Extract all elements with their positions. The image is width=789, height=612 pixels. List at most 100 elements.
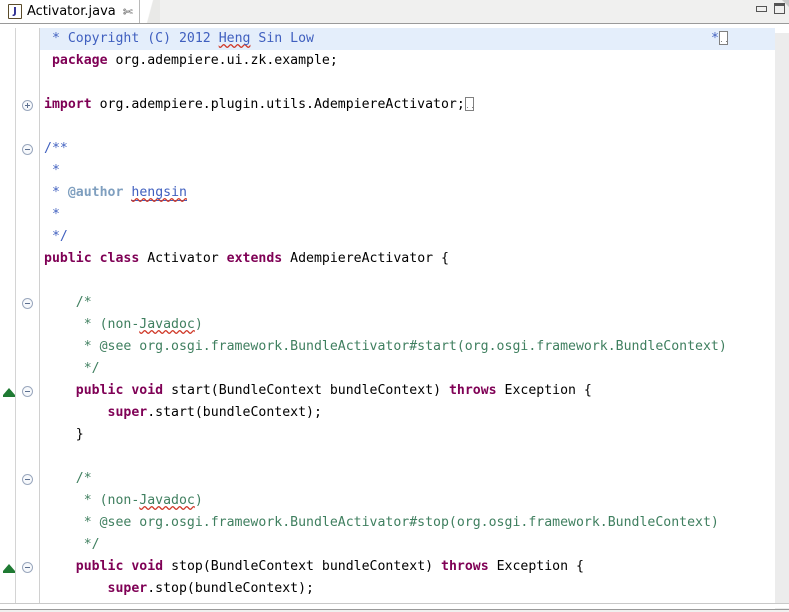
code-line[interactable]: * @see org.osgi.framework.BundleActivato… bbox=[40, 512, 775, 534]
code-line[interactable]: super.start(bundleContext); bbox=[40, 402, 775, 424]
folding-ruler[interactable] bbox=[17, 28, 39, 606]
code-indent bbox=[44, 493, 84, 508]
code-viewport[interactable]: * Copyright (C) 2012 Heng Sin Low * pack… bbox=[40, 28, 775, 606]
code-line[interactable]: } bbox=[40, 424, 775, 446]
code-token: Sin Low bbox=[250, 31, 314, 46]
code-token: Javadoc bbox=[139, 493, 195, 508]
code-token: ) bbox=[195, 317, 203, 332]
fold-collapse-icon[interactable] bbox=[22, 386, 33, 397]
code-token: import bbox=[44, 97, 92, 112]
source-editor: * Copyright (C) 2012 Heng Sin Low * pack… bbox=[0, 23, 789, 608]
code-token: */ bbox=[84, 361, 100, 376]
code-line[interactable]: * Copyright (C) 2012 Heng Sin Low * bbox=[40, 28, 775, 50]
fold-collapse-icon[interactable] bbox=[22, 474, 33, 485]
close-icon[interactable]: ✄ bbox=[123, 6, 133, 18]
code-line[interactable]: */ bbox=[40, 534, 775, 556]
code-token: public bbox=[44, 251, 92, 266]
editor-inner: * Copyright (C) 2012 Heng Sin Low * pack… bbox=[0, 28, 789, 606]
fold-collapse-icon[interactable] bbox=[22, 562, 33, 573]
code-indent bbox=[44, 163, 52, 178]
code-indent bbox=[44, 339, 84, 354]
code-token: } bbox=[76, 427, 84, 442]
code-token: class bbox=[100, 251, 140, 266]
window-controls bbox=[756, 3, 785, 14]
fold-collapse-icon[interactable] bbox=[22, 298, 33, 309]
code-line[interactable]: * @author hengsin bbox=[40, 182, 775, 204]
editor-window: J Activator.java ✄ * Copyright (C) 2012 … bbox=[0, 0, 789, 612]
unknown-character-box-icon bbox=[465, 97, 474, 111]
code-token: super bbox=[108, 405, 148, 420]
code-token: Exception { bbox=[489, 559, 584, 574]
annotation-ruler[interactable] bbox=[0, 28, 16, 606]
code-indent bbox=[44, 229, 52, 244]
code-token: org.adempiere.plugin.utils.AdempiereActi… bbox=[92, 97, 465, 112]
code-line[interactable]: super.stop(bundleContext); bbox=[40, 578, 775, 600]
code-token: .start(bundleContext); bbox=[147, 405, 322, 420]
override-method-marker-icon[interactable] bbox=[3, 388, 15, 395]
code-indent bbox=[44, 361, 84, 376]
code-line[interactable]: package org.adempiere.ui.zk.example; bbox=[40, 50, 775, 72]
code-line[interactable]: * (non-Javadoc) bbox=[40, 490, 775, 512]
code-token: /* bbox=[76, 471, 92, 486]
code-token: hengsin bbox=[131, 185, 187, 201]
editor-bottom-edge bbox=[0, 603, 789, 608]
code-line[interactable]: * (non-Javadoc) bbox=[40, 314, 775, 336]
code-filler bbox=[314, 31, 711, 46]
code-token: @author bbox=[68, 185, 124, 200]
code-line[interactable]: * @see org.osgi.framework.BundleActivato… bbox=[40, 336, 775, 358]
code-token: * @see org.osgi.framework.BundleActivato… bbox=[84, 339, 727, 354]
code-token: Javadoc bbox=[139, 317, 195, 332]
tab-slant-decoration bbox=[140, 0, 160, 24]
code-line[interactable]: /* bbox=[40, 468, 775, 490]
code-token: * Copyright (C) 2012 bbox=[52, 31, 219, 46]
code-line[interactable] bbox=[40, 116, 775, 138]
code-indent bbox=[44, 471, 76, 486]
code-indent bbox=[44, 515, 84, 530]
code-token: * (non- bbox=[84, 317, 140, 332]
code-line[interactable] bbox=[40, 270, 775, 292]
code-token: public bbox=[76, 559, 124, 574]
code-indent bbox=[44, 537, 84, 552]
code-token: * bbox=[52, 163, 60, 178]
code-line[interactable]: * bbox=[40, 160, 775, 182]
override-method-marker-icon[interactable] bbox=[3, 564, 15, 571]
code-token: * bbox=[52, 185, 68, 200]
code-line[interactable] bbox=[40, 446, 775, 468]
fold-expand-icon[interactable] bbox=[22, 100, 33, 111]
code-line[interactable]: import org.adempiere.plugin.utils.Adempi… bbox=[40, 94, 775, 116]
code-token: void bbox=[131, 383, 163, 398]
code-line[interactable]: * bbox=[40, 204, 775, 226]
code-token: void bbox=[131, 559, 163, 574]
java-file-icon: J bbox=[8, 4, 22, 19]
code-line[interactable]: */ bbox=[40, 358, 775, 380]
code-line[interactable]: */ bbox=[40, 226, 775, 248]
code-line[interactable]: /* bbox=[40, 292, 775, 314]
code-token: * (non- bbox=[84, 493, 140, 508]
code-token: org.adempiere.ui.zk.example; bbox=[108, 53, 338, 68]
code-token: start(BundleContext bundleContext) bbox=[163, 383, 449, 398]
code-token bbox=[92, 251, 100, 266]
editor-tab-activator-java[interactable]: J Activator.java ✄ bbox=[0, 0, 140, 23]
code-line[interactable]: public void start(BundleContext bundleCo… bbox=[40, 380, 775, 402]
overview-ruler[interactable] bbox=[775, 33, 789, 610]
corner-resize-icon bbox=[782, 0, 789, 7]
code-token: throws bbox=[441, 559, 489, 574]
code-line[interactable]: public void stop(BundleContext bundleCon… bbox=[40, 556, 775, 578]
code-token: package bbox=[52, 53, 108, 68]
code-token: */ bbox=[84, 537, 100, 552]
code-line[interactable]: /** bbox=[40, 138, 775, 160]
unknown-character-box-icon bbox=[719, 31, 728, 45]
minimize-icon[interactable] bbox=[756, 6, 767, 12]
code-line[interactable]: public class Activator extends Adempiere… bbox=[40, 248, 775, 270]
code-text[interactable]: * Copyright (C) 2012 Heng Sin Low * pack… bbox=[40, 28, 775, 606]
code-indent bbox=[44, 317, 84, 332]
code-indent bbox=[44, 405, 108, 420]
code-indent bbox=[44, 581, 108, 596]
code-line[interactable] bbox=[40, 72, 775, 94]
dirty-marker-glyph: * bbox=[711, 31, 719, 46]
code-token: /* bbox=[76, 295, 92, 310]
fold-collapse-icon[interactable] bbox=[22, 144, 33, 155]
code-indent bbox=[44, 427, 76, 442]
code-indent bbox=[44, 207, 52, 222]
code-token: * @see org.osgi.framework.BundleActivato… bbox=[84, 515, 719, 530]
